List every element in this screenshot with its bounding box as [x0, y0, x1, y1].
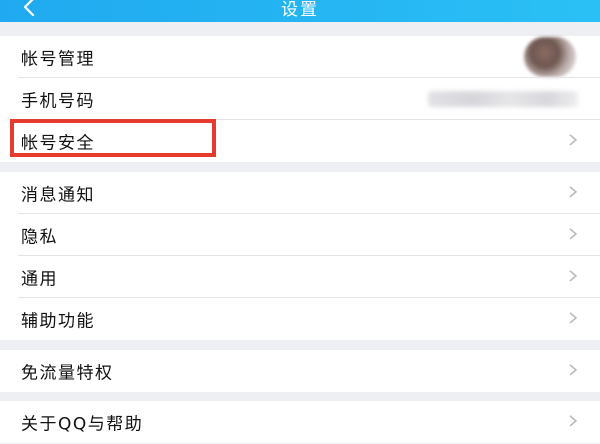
about-group: 关于QQ与帮助 — [0, 401, 600, 443]
chevron-right-icon — [568, 414, 578, 428]
highlight-annotation-box — [10, 119, 216, 157]
settings-screen: 设置 帐号管理 手机号码 帐号安全 消息通知 隐私 通用 辅助功能 免流量特权 … — [0, 0, 600, 444]
settings-item-label: 辅助功能 — [21, 311, 95, 332]
chevron-right-icon — [568, 227, 578, 241]
chevron-right-icon — [568, 311, 578, 325]
settings-item-about-help[interactable]: 关于QQ与帮助 — [0, 401, 600, 443]
chevron-right-icon — [568, 185, 578, 199]
settings-item-free-traffic[interactable]: 免流量特权 — [0, 350, 600, 392]
settings-item-label: 手机号码 — [21, 91, 95, 112]
settings-item-label: 关于QQ与帮助 — [21, 414, 144, 435]
settings-item-privacy[interactable]: 隐私 — [0, 214, 600, 256]
settings-item-label: 消息通知 — [21, 185, 95, 206]
settings-item-notifications[interactable]: 消息通知 — [0, 172, 600, 214]
settings-item-label: 通用 — [21, 269, 58, 290]
chevron-right-icon — [568, 133, 578, 147]
settings-item-label: 帐号管理 — [21, 49, 95, 70]
chevron-right-icon — [568, 363, 578, 377]
settings-item-account-management[interactable]: 帐号管理 — [0, 36, 600, 78]
phone-number-value-blurred — [428, 91, 578, 107]
free-traffic-group: 免流量特权 — [0, 350, 600, 392]
settings-item-accessibility[interactable]: 辅助功能 — [0, 298, 600, 340]
chevron-right-icon — [568, 269, 578, 283]
general-group: 消息通知 隐私 通用 辅助功能 — [0, 172, 600, 340]
settings-item-phone-number[interactable]: 手机号码 — [0, 78, 600, 120]
settings-item-general[interactable]: 通用 — [0, 256, 600, 298]
avatar — [524, 37, 576, 77]
settings-item-label: 隐私 — [21, 227, 58, 248]
title-bar: 设置 — [0, 0, 600, 22]
settings-item-label: 免流量特权 — [21, 363, 114, 384]
page-title: 设置 — [281, 0, 319, 20]
